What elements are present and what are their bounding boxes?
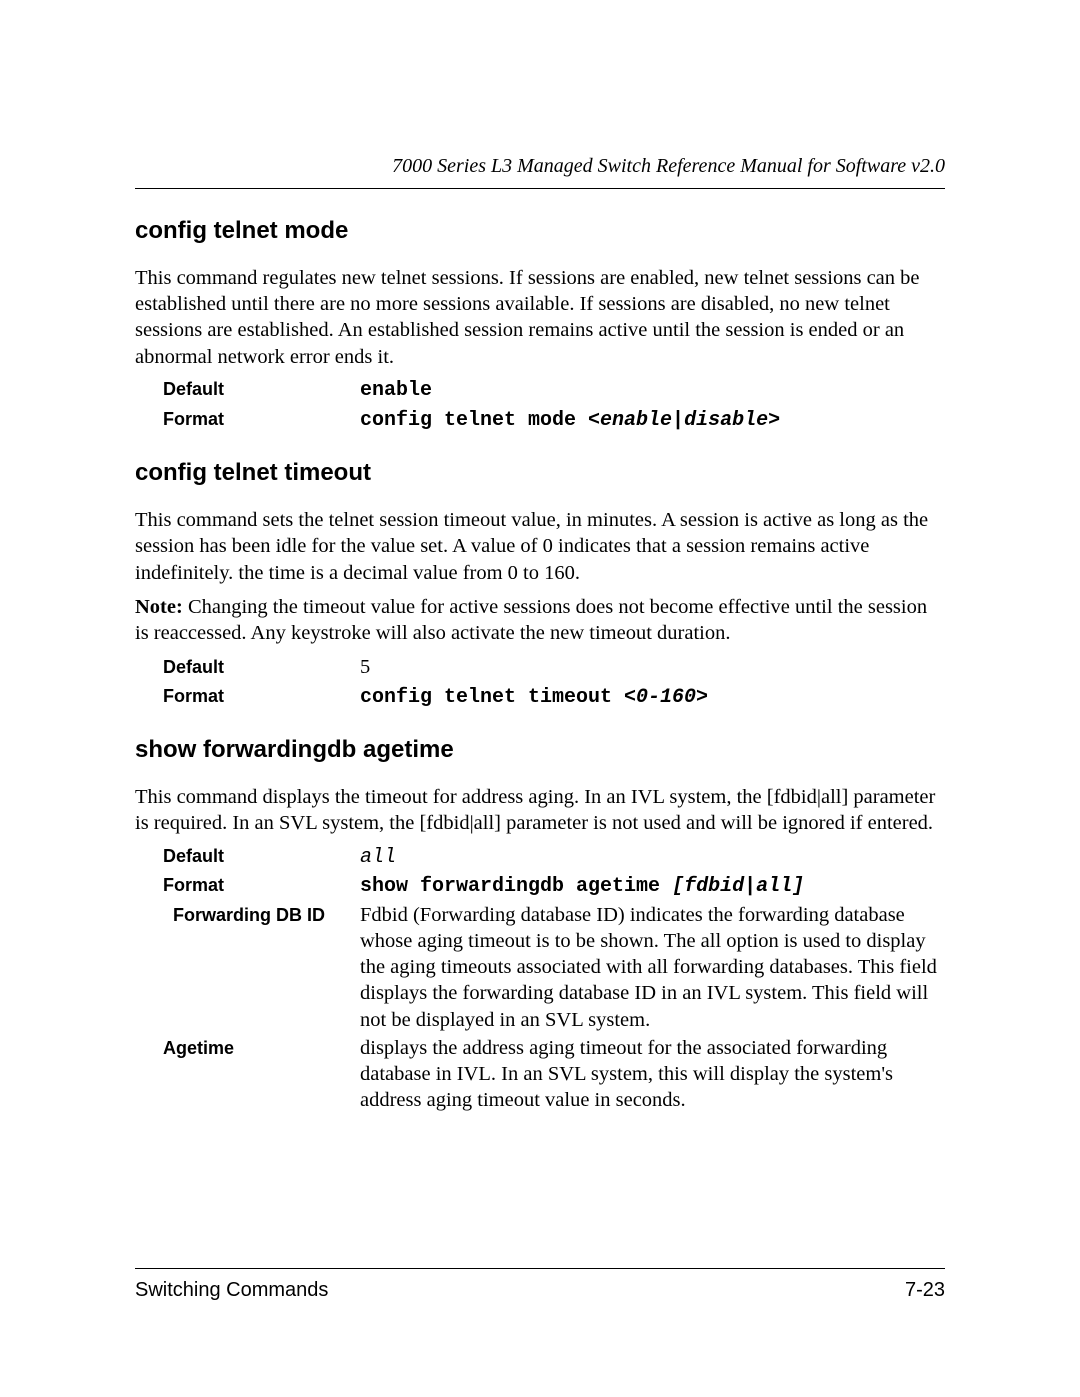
def-value: all [360,845,945,871]
body-text: This command displays the timeout for ad… [135,784,945,836]
def-label: Format [135,408,360,431]
def-row-default: Default enable [135,378,945,404]
section-heading-show-forwardingdb-agetime: show forwardingdb agetime [135,736,945,764]
def-label: Format [135,685,360,708]
format-arg: <0-160> [624,686,708,709]
section-heading-config-telnet-timeout: config telnet timeout [135,459,945,487]
def-row-format: Format config telnet mode <enable|disabl… [135,406,945,434]
footer-row: Switching Commands 7-23 [135,1279,945,1302]
def-row-agetime: Agetime displays the address aging timeo… [135,1035,945,1114]
def-label: Agetime [135,1037,360,1060]
def-value: config telnet timeout <0-160> [360,683,945,711]
definition-table: Default all Format show forwardingdb age… [135,845,945,1114]
def-label: Format [135,874,360,897]
def-value: config telnet mode <enable|disable> [360,406,945,434]
def-value: Fdbid (Forwarding database ID) indicates… [360,902,945,1033]
note-body: Changing the timeout value for active se… [135,596,927,644]
def-value: 5 [360,654,945,680]
def-label: Forwarding DB ID [135,904,360,927]
page-footer: Switching Commands 7-23 [135,1268,945,1302]
def-row-format: Format config telnet timeout <0-160> [135,683,945,711]
header-title: 7000 Series L3 Managed Switch Reference … [135,155,945,178]
definition-table: Default 5 Format config telnet timeout <… [135,654,945,710]
def-row-format: Format show forwardingdb agetime [fdbid|… [135,872,945,900]
def-value: enable [360,378,945,404]
def-row-default: Default 5 [135,654,945,680]
footer-left: Switching Commands [135,1279,328,1302]
def-value: displays the address aging timeout for t… [360,1035,945,1114]
note-text: Note: Changing the timeout value for act… [135,594,945,646]
def-row-default: Default all [135,845,945,871]
format-command: config telnet mode [360,409,588,432]
body-text: This command sets the telnet session tim… [135,507,945,586]
footer-rule [135,1268,945,1269]
format-command: config telnet timeout [360,686,624,709]
section-heading-config-telnet-mode: config telnet mode [135,217,945,245]
def-label: Default [135,656,360,679]
def-row-forwarding-db-id: Forwarding DB ID Fdbid (Forwarding datab… [135,902,945,1033]
def-label: Default [135,845,360,868]
body-text: This command regulates new telnet sessio… [135,265,945,370]
def-value: show forwardingdb agetime [fdbid|all] [360,872,945,900]
format-arg: [fdbid|all] [672,875,804,898]
format-arg: <enable|disable> [588,409,780,432]
note-label: Note: [135,596,183,618]
header-rule [135,188,945,189]
format-command: show forwardingdb agetime [360,875,672,898]
definition-table: Default enable Format config telnet mode… [135,378,945,433]
page: 7000 Series L3 Managed Switch Reference … [0,0,1080,1397]
footer-right: 7-23 [905,1279,945,1302]
def-label: Default [135,378,360,401]
